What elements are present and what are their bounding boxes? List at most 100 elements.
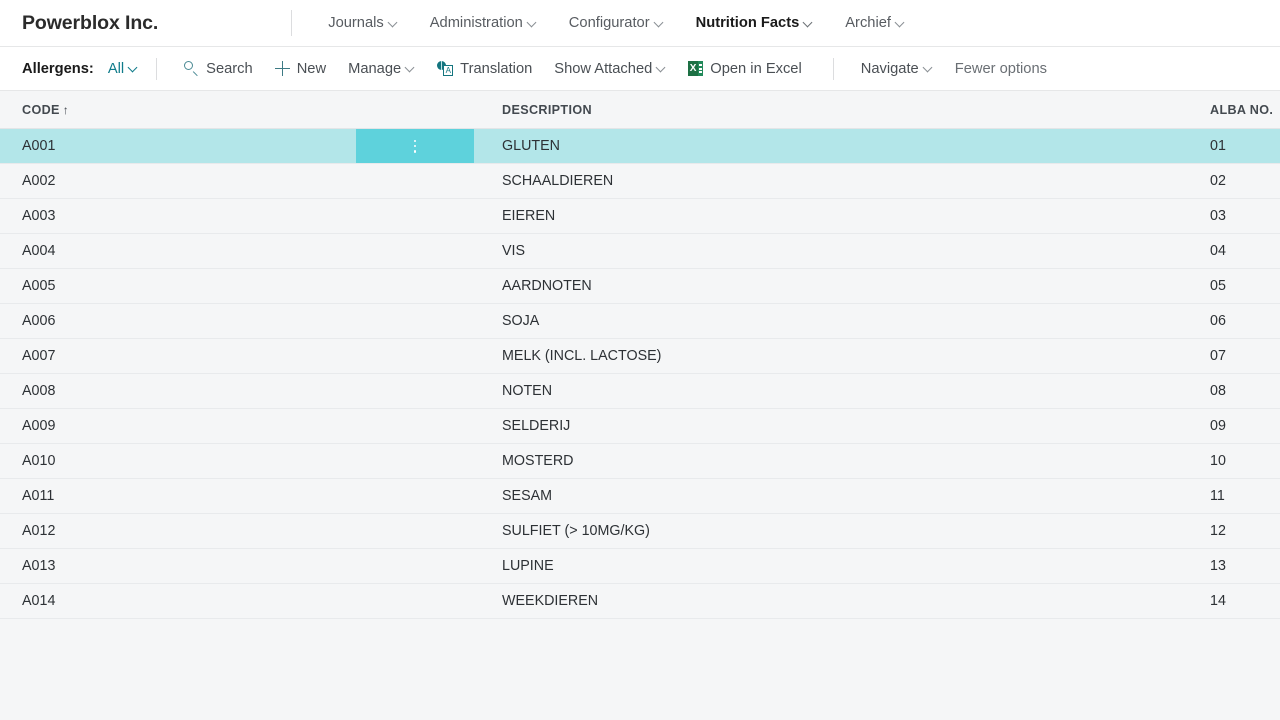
cell-alba-no[interactable]: 08	[1210, 373, 1280, 409]
navigate-menu-button[interactable]: Navigate	[852, 56, 942, 82]
search-button[interactable]: Search	[175, 56, 262, 82]
column-header-alba-no[interactable]: ALBA NO.	[1210, 91, 1280, 129]
table-row[interactable]: A014 WEEKDIEREN 14	[0, 583, 1280, 619]
cell-alba-no-value: 05	[1210, 278, 1226, 294]
nav-item-nutrition-facts[interactable]: Nutrition Facts	[680, 11, 830, 35]
cell-alba-no[interactable]: 06	[1210, 303, 1280, 339]
cell-code[interactable]: A004	[0, 233, 502, 269]
cell-code[interactable]: A014	[0, 583, 502, 619]
cell-alba-no-value: 14	[1210, 593, 1226, 609]
table-row[interactable]: A012 SULFIET (> 10MG/KG) 12	[0, 513, 1280, 549]
cell-code-value: A006	[22, 313, 56, 329]
cell-code[interactable]: A007	[0, 338, 502, 374]
fewer-options-button[interactable]: Fewer options	[946, 56, 1056, 82]
nav-item-label: Journals	[328, 15, 384, 31]
cell-description[interactable]: NOTEN	[502, 373, 1210, 409]
table-row[interactable]: A002 SCHAALDIEREN 02	[0, 163, 1280, 199]
cell-description[interactable]: VIS	[502, 233, 1210, 269]
cell-description[interactable]: WEEKDIEREN	[502, 583, 1210, 619]
cell-code[interactable]: A010	[0, 443, 502, 479]
row-options-menu-button[interactable]	[356, 129, 474, 163]
table-header-row: CODE ↑ DESCRIPTION ALBA NO.	[0, 91, 1280, 129]
nav-item-configurator[interactable]: Configurator	[553, 11, 680, 35]
cell-alba-no[interactable]: 03	[1210, 198, 1280, 234]
cell-code[interactable]: A002	[0, 163, 502, 199]
show-attached-menu-button[interactable]: Show Attached	[545, 56, 675, 82]
cell-code[interactable]: A001	[0, 128, 502, 164]
cell-code[interactable]: A003	[0, 198, 502, 234]
nav-item-archief[interactable]: Archief	[829, 11, 921, 35]
command-bar-divider-2	[832, 57, 834, 80]
cell-description[interactable]: GLUTEN	[502, 128, 1210, 164]
cell-alba-no[interactable]: 12	[1210, 513, 1280, 549]
cell-alba-no-value: 09	[1210, 418, 1226, 434]
cell-alba-no[interactable]: 10	[1210, 443, 1280, 479]
column-header-description[interactable]: DESCRIPTION	[502, 91, 1210, 129]
new-button[interactable]: New	[266, 56, 335, 82]
table-row[interactable]: A011 SESAM 11	[0, 478, 1280, 514]
cell-alba-no[interactable]: 05	[1210, 268, 1280, 304]
table-header: CODE ↑ DESCRIPTION ALBA NO.	[0, 91, 1280, 129]
table-row[interactable]: A007 MELK (INCL. LACTOSE) 07	[0, 338, 1280, 374]
cell-description[interactable]: SESAM	[502, 478, 1210, 514]
translation-button[interactable]: Translation	[428, 56, 541, 82]
cell-alba-no[interactable]: 04	[1210, 233, 1280, 269]
chevron-down-icon	[804, 18, 813, 27]
table-row[interactable]: A001 GLUTEN 01	[0, 128, 1280, 164]
cell-description[interactable]: SULFIET (> 10MG/KG)	[502, 513, 1210, 549]
chevron-down-icon	[406, 63, 415, 72]
cell-code[interactable]: A009	[0, 408, 502, 444]
cell-alba-no[interactable]: 01	[1210, 128, 1280, 164]
table-row[interactable]: A005 AARDNOTEN 05	[0, 268, 1280, 304]
cell-alba-no[interactable]: 02	[1210, 163, 1280, 199]
cell-code-value: A012	[22, 523, 56, 539]
cell-code[interactable]: A006	[0, 303, 502, 339]
fewer-options-label: Fewer options	[954, 60, 1047, 77]
allergens-filter-dropdown[interactable]: All	[108, 61, 138, 77]
table-row[interactable]: A009 SELDERIJ 09	[0, 408, 1280, 444]
cell-alba-no[interactable]: 09	[1210, 408, 1280, 444]
table-row[interactable]: A004 VIS 04	[0, 233, 1280, 269]
cell-description-value: VIS	[502, 243, 526, 259]
cell-alba-no[interactable]: 07	[1210, 338, 1280, 374]
cell-code[interactable]: A011	[0, 478, 502, 514]
nav-item-journals[interactable]: Journals	[312, 11, 414, 35]
table-row[interactable]: A008 NOTEN 08	[0, 373, 1280, 409]
cell-code-value: A011	[22, 488, 55, 504]
cell-code[interactable]: A005	[0, 268, 502, 304]
cell-description[interactable]: MELK (INCL. LACTOSE)	[502, 338, 1210, 374]
cell-description[interactable]: SCHAALDIEREN	[502, 163, 1210, 199]
sort-ascending-icon: ↑	[62, 102, 70, 117]
table-body: A001 GLUTEN 01 A002 SCHAALDIEREN 02 A003 EIEREN…	[0, 128, 1280, 619]
cell-code-value: A014	[22, 593, 56, 609]
cell-description[interactable]: SOJA	[502, 303, 1210, 339]
cell-description[interactable]: LUPINE	[502, 548, 1210, 584]
cell-code-value: A004	[22, 243, 56, 259]
table-row[interactable]: A013 LUPINE 13	[0, 548, 1280, 584]
chevron-down-icon	[389, 18, 398, 27]
cell-description-value: EIEREN	[502, 208, 556, 224]
cell-alba-no[interactable]: 11	[1210, 478, 1280, 514]
open-in-excel-button[interactable]: X Open in Excel	[679, 56, 810, 82]
cell-alba-no[interactable]: 13	[1210, 548, 1280, 584]
cell-code[interactable]: A013	[0, 548, 502, 584]
cell-code[interactable]: A008	[0, 373, 502, 409]
table-row[interactable]: A006 SOJA 06	[0, 303, 1280, 339]
cell-alba-no[interactable]: 14	[1210, 583, 1280, 619]
allergens-filter-value: All	[107, 60, 125, 77]
cell-description-value: SESAM	[502, 488, 553, 504]
nav-item-administration[interactable]: Administration	[414, 11, 553, 35]
column-header-description-label: DESCRIPTION	[502, 102, 592, 117]
table-row[interactable]: A010 MOSTERD 10	[0, 443, 1280, 479]
table-row[interactable]: A003 EIEREN 03	[0, 198, 1280, 234]
cell-description[interactable]: AARDNOTEN	[502, 268, 1210, 304]
cell-alba-no-value: 08	[1210, 383, 1226, 399]
cell-code[interactable]: A012	[0, 513, 502, 549]
column-header-code-label: CODE	[22, 102, 60, 117]
manage-menu-button[interactable]: Manage	[339, 56, 424, 82]
cell-description[interactable]: MOSTERD	[502, 443, 1210, 479]
cell-description[interactable]: EIEREN	[502, 198, 1210, 234]
cell-description[interactable]: SELDERIJ	[502, 408, 1210, 444]
column-header-code[interactable]: CODE ↑	[0, 91, 502, 129]
translation-icon	[437, 61, 454, 76]
